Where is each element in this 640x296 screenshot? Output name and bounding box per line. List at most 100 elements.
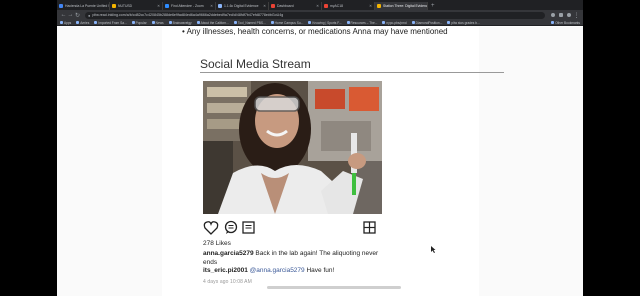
other-bookmarks[interactable]: Other Bookmarks [551,21,580,25]
bookmark-favicon-icon [411,21,415,24]
tab-favicon-icon [59,4,63,8]
reload-icon[interactable]: ↻ [74,12,81,19]
like-count: 278 Likes [203,240,231,247]
comment-mention[interactable]: @anna.garcia5279 [250,267,305,274]
tab-label: Find Attendee - Zoom [171,4,204,8]
bookmark-label: News [155,20,164,25]
tab-label: Station Three: Digital Evidence [383,4,428,8]
browser-tab[interactable]: NUTUSD ✕ [110,2,163,10]
bookmark-item[interactable]: About the Californ... [196,21,229,25]
bookmark-label: nypo-pbs/pmd [386,20,407,25]
lab-selfie-image [203,81,382,214]
bookmark-item[interactable]: Imported From Sa... [94,20,127,25]
folder-icon [551,21,555,24]
bullet-list-item: • Any illnesses, health concerns, or med… [182,27,448,36]
browser-tab[interactable]: Dashboard ✕ [269,2,322,10]
tab-close-icon[interactable]: ✕ [210,4,213,8]
bookmark-favicon-icon [168,21,172,24]
horizontal-scrollbar[interactable] [267,286,401,289]
bookmark-favicon-icon [60,21,63,24]
browser-tab[interactable]: 1.1.6c Digital Evidence ✕ [216,2,269,10]
browser-toolbar: ← → ↻ ● pltw.read.inkling.com/a/b/cd82cc… [57,10,583,20]
grid-icon[interactable] [363,221,376,234]
bookmark-label: Imported From Sa... [98,20,127,25]
bookmark-item[interactable]: Apps [60,21,71,25]
instagram-post: 278 Likes anna.garcia5279 Back in the la… [203,81,382,285]
share-icon[interactable] [242,221,255,234]
tab-close-icon[interactable]: ✕ [316,4,319,8]
tab-favicon-icon [324,4,328,8]
bookmark-favicon-icon [447,21,451,24]
bookmark-item[interactable]: pltw stos grades b... [447,20,480,25]
bookmark-item[interactable]: nypo-pbs/pmd [382,20,407,25]
tab-favicon-icon [112,4,116,8]
comment-icon[interactable] [224,220,238,235]
comment-text: Have fun! [304,267,335,274]
lock-icon: ● [88,12,91,18]
bookmark-label: Brainwavelgy [172,20,192,25]
bookmark-favicon-icon [308,21,312,24]
bookmark-item[interactable]: Aeries [76,21,89,25]
bookmark-favicon-icon [196,21,200,24]
heart-icon[interactable] [203,221,219,235]
section-title: Social Media Stream [200,57,311,71]
bookmark-item[interactable]: Tool_Named PBS... [233,20,266,25]
browser-tab[interactable]: myAC18 ✕ [322,2,375,10]
bookmark-item[interactable]: News [151,20,164,25]
tab-close-icon[interactable]: ✕ [157,4,160,8]
bookmark-label: Aeries [80,20,90,25]
menu-icon[interactable]: ⋮ [573,12,580,19]
mouse-cursor-icon [431,246,436,253]
bookmark-favicon-icon [346,21,350,24]
browser-tab[interactable]: Station Three: Digital Evidence✕ [375,2,428,10]
tab-close-icon[interactable]: ✕ [263,4,266,8]
bookmark-label: Home Campus Su... [274,20,304,25]
bookmark-item[interactable]: Brainwavelgy [168,20,192,25]
tab-label: Hacienda La Puente Unified S [65,4,110,8]
tab-favicon-icon [271,4,275,8]
back-icon[interactable]: ← [60,12,67,18]
bookmark-item[interactable]: DiamondPosition... [411,20,443,25]
bookmark-item[interactable]: Popular [131,20,147,25]
comment-username[interactable]: its_eric.pi2001 [203,267,248,274]
post-comment: its_eric.pi2001 @anna.garcia5279 Have fu… [203,267,382,276]
browser-window: Hacienda La Puente Unified S✕NUTUSD✕Find… [57,0,583,296]
browser-tab[interactable]: Find Attendee - Zoom ✕ [163,2,216,10]
bookmark-label: Resources – The... [350,20,378,25]
tab-label: myAC18 [330,4,344,8]
bookmark-favicon-icon [233,21,237,24]
tab-strip: Hacienda La Puente Unified S✕NUTUSD✕Find… [57,0,583,10]
tab-favicon-icon [377,4,381,8]
bookmark-item[interactable]: Resources – The... [346,20,378,25]
post-timestamp: 4 days ago 10:08 AM [203,278,252,285]
post-photo[interactable] [203,81,382,214]
bookmark-favicon-icon [94,21,98,24]
post-actions [203,219,382,237]
tab-close-icon[interactable]: ✕ [369,4,372,8]
bookmark-label: Popular [135,20,147,25]
caption-username[interactable]: anna.garcia5279 [203,250,254,257]
tab-label: NUTUSD [118,4,133,8]
address-bar[interactable]: ● pltw.read.inkling.com/a/b/cd82cc7c4208… [85,11,545,19]
star-icon[interactable] [551,13,555,17]
bookmark-label: Apps [64,20,72,25]
tab-label: Dashboard [277,4,294,8]
bookmark-label: Tool_Named PBS... [237,20,266,25]
bookmark-label: pltw stos grades b... [451,20,480,25]
bookmark-favicon-icon [270,21,274,24]
bookmark-item[interactable]: Knowing | Sports F... [308,20,342,25]
post-caption: anna.garcia5279 Back in the lab again! T… [203,250,382,267]
extension-icon[interactable] [559,13,563,17]
bookmark-label: Knowing | Sports F... [312,20,342,25]
bookmark-label: DiamondPosition... [415,20,443,25]
bookmarks-bar: Apps Aeries Imported From Sa... Popular News… [57,20,583,26]
bookmark-favicon-icon [151,21,155,24]
new-tab-button[interactable]: + [428,2,438,10]
bookmark-favicon-icon [131,21,135,24]
forward-icon[interactable]: → [67,12,74,18]
tab-favicon-icon [218,4,222,8]
tab-favicon-icon [165,4,169,8]
browser-tab[interactable]: Hacienda La Puente Unified S✕ [57,2,110,10]
bookmark-item[interactable]: Home Campus Su... [270,20,304,25]
profile-avatar-icon[interactable] [567,13,571,17]
